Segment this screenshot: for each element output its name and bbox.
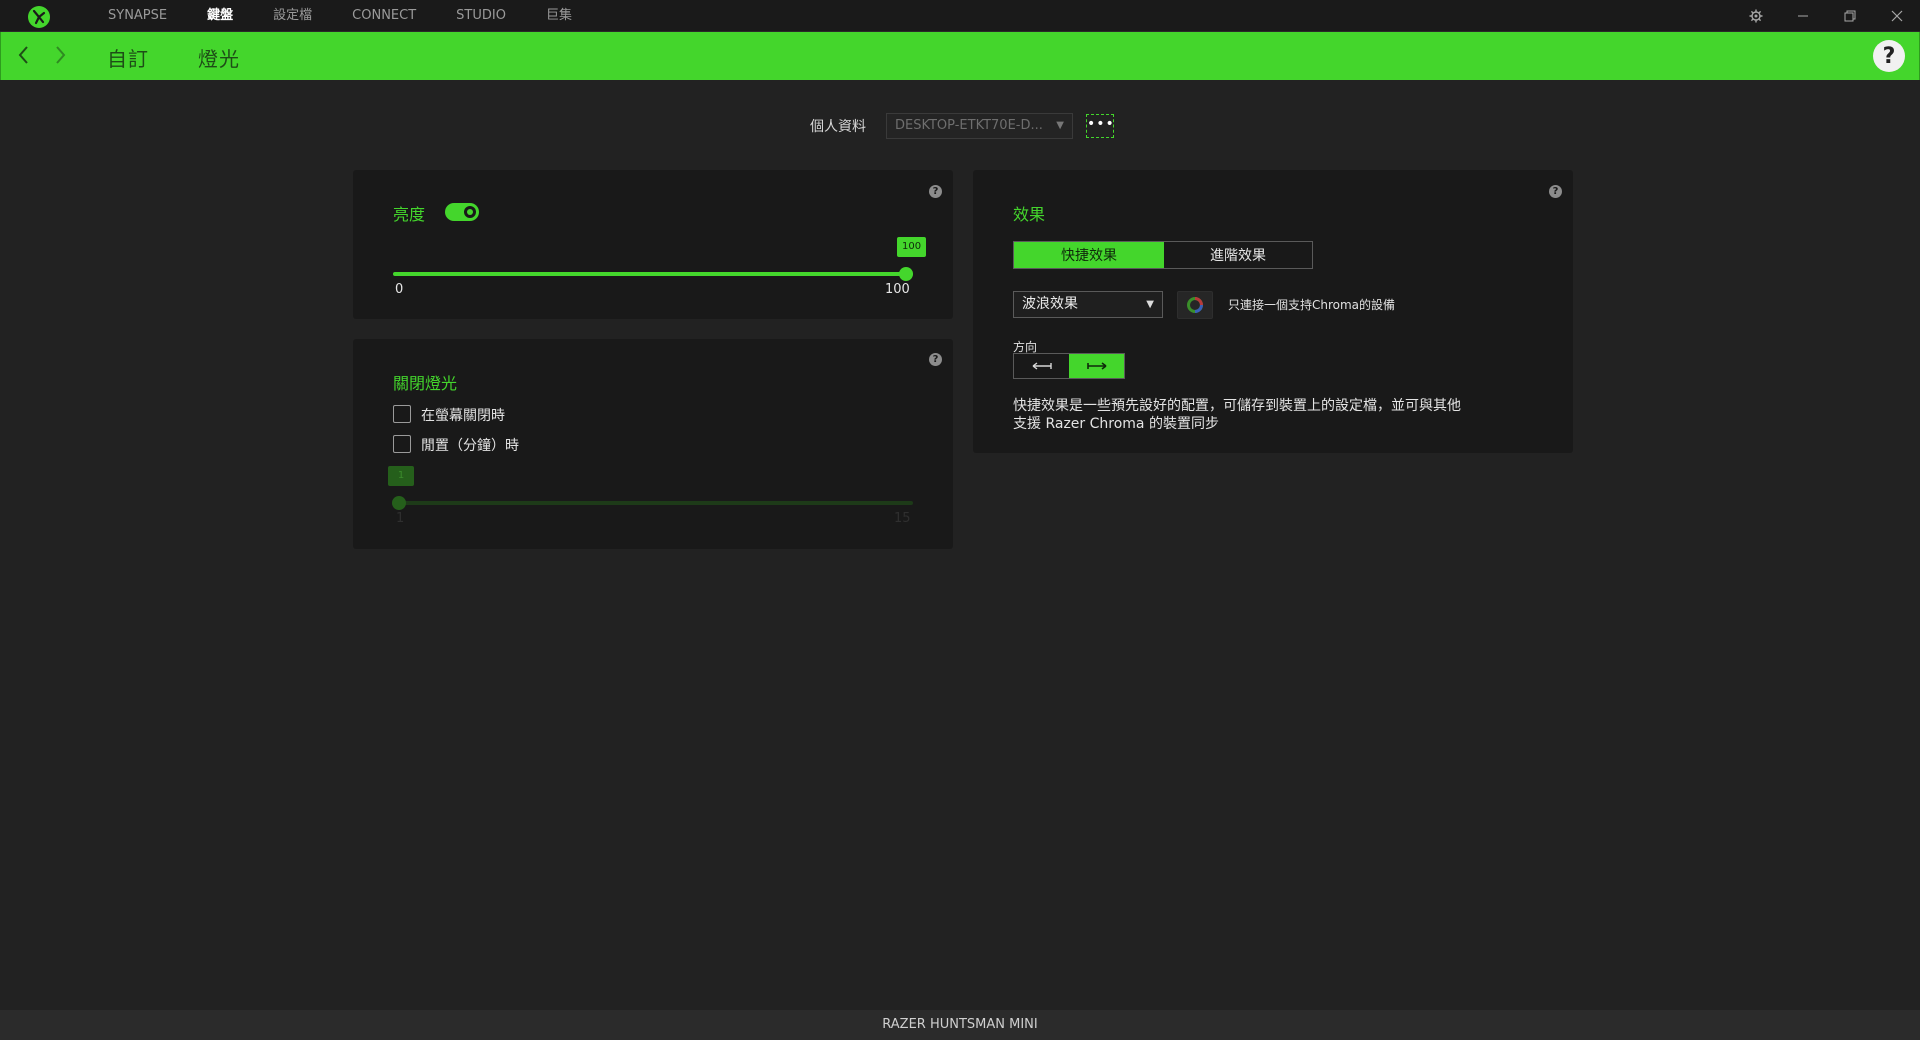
brightness-help-icon[interactable]: ? <box>929 185 942 198</box>
tab-profiles[interactable]: 設定檔 <box>253 0 332 32</box>
brightness-title: 亮度 <box>393 205 426 224</box>
tab-macros[interactable]: 巨集 <box>526 0 592 32</box>
brightness-toggle[interactable] <box>445 203 479 221</box>
tab-keyboard[interactable]: 鍵盤 <box>187 0 253 32</box>
chroma-icon <box>1187 297 1203 313</box>
chevron-down-icon: ▼ <box>1146 299 1154 310</box>
profile-dropdown[interactable]: DESKTOP-ETKT70E-D... ▼ <box>886 113 1073 139</box>
help-button[interactable]: ? <box>1873 40 1905 72</box>
device-footer: RAZER HUNTSMAN MINI <box>0 1010 1920 1040</box>
description-line-1: 快捷效果是一些預先設好的配置，可儲存到裝置上的設定檔，並可與其他 <box>1013 398 1461 414</box>
restore-button[interactable] <box>1826 0 1873 32</box>
effect-dropdown-value: 波浪效果 <box>1022 296 1078 312</box>
profile-more-button[interactable]: ••• <box>1086 114 1114 138</box>
idle-value-bubble: 1 <box>388 466 414 486</box>
title-bar: SYNAPSE 鍵盤 設定檔 CONNECT STUDIO 巨集 <box>0 0 1920 32</box>
lights-off-title: 關閉燈光 <box>393 374 458 393</box>
brightness-panel: ? 亮度 100 0 100 <box>353 170 953 319</box>
idle-min-label: 1 <box>396 511 405 526</box>
restore-icon <box>1844 10 1855 22</box>
effects-title: 效果 <box>1013 205 1046 224</box>
top-navigation: SYNAPSE 鍵盤 設定檔 CONNECT STUDIO 巨集 <box>88 0 592 32</box>
chevron-down-icon: ▼ <box>1056 120 1064 131</box>
brightness-slider-thumb[interactable] <box>899 267 913 281</box>
direction-right-button[interactable] <box>1069 354 1124 378</box>
idle-max-label: 15 <box>894 511 911 526</box>
minimize-icon <box>1797 15 1808 17</box>
profile-dropdown-value: DESKTOP-ETKT70E-D... <box>895 118 1043 133</box>
minimize-button[interactable] <box>1779 0 1826 32</box>
brightness-slider-track[interactable] <box>393 272 913 276</box>
back-arrow-icon[interactable] <box>13 42 35 68</box>
screen-off-label: 在螢幕關閉時 <box>421 408 505 424</box>
brightness-max-label: 100 <box>885 282 910 297</box>
window-controls <box>1732 0 1920 32</box>
direction-left-button[interactable] <box>1014 354 1069 378</box>
toggle-knob <box>464 206 476 218</box>
lights-off-help-icon[interactable]: ? <box>929 353 942 366</box>
idle-slider-track[interactable] <box>393 501 913 505</box>
brightness-value-bubble: 100 <box>897 237 927 257</box>
idle-checkbox[interactable] <box>393 435 411 453</box>
breadcrumb-customize[interactable]: 自訂 <box>107 43 149 72</box>
tab-studio[interactable]: STUDIO <box>436 0 526 32</box>
chroma-connect-button[interactable] <box>1177 291 1213 319</box>
direction-toggle <box>1013 353 1125 379</box>
effect-dropdown[interactable]: 波浪效果 ▼ <box>1013 291 1163 318</box>
effect-type-toggle: 快捷效果 進階效果 <box>1013 241 1313 269</box>
chroma-note: 只連接一個支持Chroma的設備 <box>1228 298 1396 312</box>
sub-header: 自訂 燈光 ? <box>0 32 1920 80</box>
quick-effects-tab[interactable]: 快捷效果 <box>1014 242 1164 268</box>
advanced-effects-tab[interactable]: 進階效果 <box>1164 242 1312 268</box>
profile-label: 個人資料 <box>810 119 866 135</box>
tab-connect[interactable]: CONNECT <box>332 0 436 32</box>
description-line-2: 支援 Razer Chroma 的裝置同步 <box>1013 416 1219 432</box>
device-name[interactable]: RAZER HUNTSMAN MINI <box>882 1017 1037 1032</box>
razer-logo-icon[interactable] <box>27 5 51 29</box>
gear-icon <box>1749 9 1762 23</box>
breadcrumb-lighting[interactable]: 燈光 <box>198 43 240 72</box>
effects-help-icon[interactable]: ? <box>1549 185 1562 198</box>
close-button[interactable] <box>1873 0 1920 32</box>
arrow-right-icon <box>1086 362 1106 370</box>
settings-gear-button[interactable] <box>1732 0 1779 32</box>
idle-slider-thumb[interactable] <box>392 496 406 510</box>
close-icon <box>1891 10 1902 22</box>
brightness-min-label: 0 <box>395 282 404 297</box>
tab-synapse[interactable]: SYNAPSE <box>88 0 187 32</box>
arrow-left-icon <box>1032 362 1052 370</box>
quick-effects-description: 快捷效果是一些預先設好的配置，可儲存到裝置上的設定檔，並可與其他 支援 Raze… <box>1013 397 1483 433</box>
forward-arrow-icon[interactable] <box>49 42 71 68</box>
screen-off-checkbox[interactable] <box>393 405 411 423</box>
idle-label: 閒置（分鐘）時 <box>421 438 519 454</box>
lights-off-panel: ? 關閉燈光 在螢幕關閉時 閒置（分鐘）時 1 1 15 <box>353 339 953 549</box>
